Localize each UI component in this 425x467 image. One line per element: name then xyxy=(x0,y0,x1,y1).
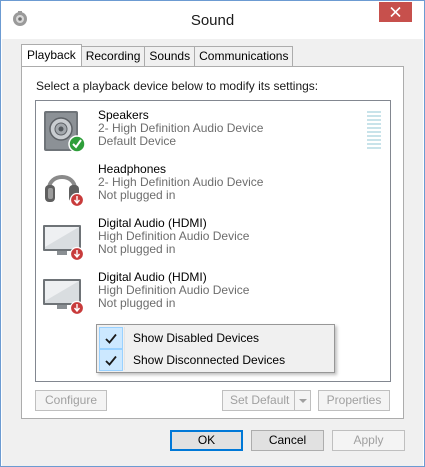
properties-button[interactable]: Properties xyxy=(318,390,390,411)
monitor-icon xyxy=(42,217,86,262)
device-text: Headphones 2- High Definition Audio Devi… xyxy=(98,163,263,202)
set-default-label: Set Default xyxy=(230,393,290,407)
device-status: Not plugged in xyxy=(98,296,176,310)
tab-communications[interactable]: Communications xyxy=(195,46,294,66)
sound-dialog: Sound Playback Recording Sounds Communic… xyxy=(0,0,425,467)
set-default-dropdown[interactable] xyxy=(294,391,310,410)
device-text: Digital Audio (HDMI) High Definition Aud… xyxy=(98,217,249,256)
menu-check-box xyxy=(99,327,123,349)
menu-item-label: Show Disabled Devices xyxy=(133,331,260,345)
headphones-icon xyxy=(42,163,86,208)
menu-item-show-disabled[interactable]: Show Disabled Devices xyxy=(99,327,332,349)
device-text: Speakers 2- High Definition Audio Device… xyxy=(98,109,263,148)
chevron-down-icon xyxy=(299,399,307,403)
device-text: Digital Audio (HDMI) High Definition Aud… xyxy=(98,271,249,310)
apply-button[interactable]: Apply xyxy=(332,430,405,451)
unplugged-badge xyxy=(69,246,85,262)
menu-item-label: Show Disconnected Devices xyxy=(133,353,286,367)
title-bar[interactable]: Sound xyxy=(1,1,424,39)
volume-level-meter xyxy=(367,111,381,151)
ok-button[interactable]: OK xyxy=(170,430,243,451)
device-item-headphones[interactable]: Headphones 2- High Definition Audio Devi… xyxy=(36,159,390,211)
tab-strip: Playback Recording Sounds Communications xyxy=(21,44,294,66)
close-icon xyxy=(390,7,401,17)
unplugged-badge xyxy=(69,192,85,208)
tab-sounds[interactable]: Sounds xyxy=(145,46,196,66)
dialog-body: Playback Recording Sounds Communications… xyxy=(2,39,423,466)
configure-button[interactable]: Configure xyxy=(35,390,107,411)
speakers-icon xyxy=(42,109,86,153)
instruction-text: Select a playback device below to modify… xyxy=(36,79,319,93)
set-default-button[interactable]: Set Default xyxy=(222,390,311,411)
checkmark-icon xyxy=(105,355,117,366)
default-check-badge xyxy=(68,135,86,153)
tab-playback[interactable]: Playback xyxy=(21,44,82,66)
tab-recording[interactable]: Recording xyxy=(81,46,146,66)
monitor-icon xyxy=(42,271,86,316)
device-status: Not plugged in xyxy=(98,242,176,256)
context-menu: Show Disabled Devices Show Disconnected … xyxy=(96,324,335,373)
checkmark-icon xyxy=(105,333,117,344)
cancel-button[interactable]: Cancel xyxy=(251,430,324,451)
close-button[interactable] xyxy=(379,2,412,22)
device-status: Default Device xyxy=(98,134,177,148)
device-item-hdmi-1[interactable]: Digital Audio (HDMI) High Definition Aud… xyxy=(36,213,390,265)
menu-item-show-disconnected[interactable]: Show Disconnected Devices xyxy=(99,349,332,371)
menu-check-box xyxy=(99,349,123,371)
unplugged-badge xyxy=(69,300,85,316)
device-item-speakers[interactable]: Speakers 2- High Definition Audio Device… xyxy=(36,105,390,157)
window-title: Sound xyxy=(190,12,235,29)
device-status: Not plugged in xyxy=(98,188,176,202)
device-item-hdmi-2[interactable]: Digital Audio (HDMI) High Definition Aud… xyxy=(36,267,390,319)
